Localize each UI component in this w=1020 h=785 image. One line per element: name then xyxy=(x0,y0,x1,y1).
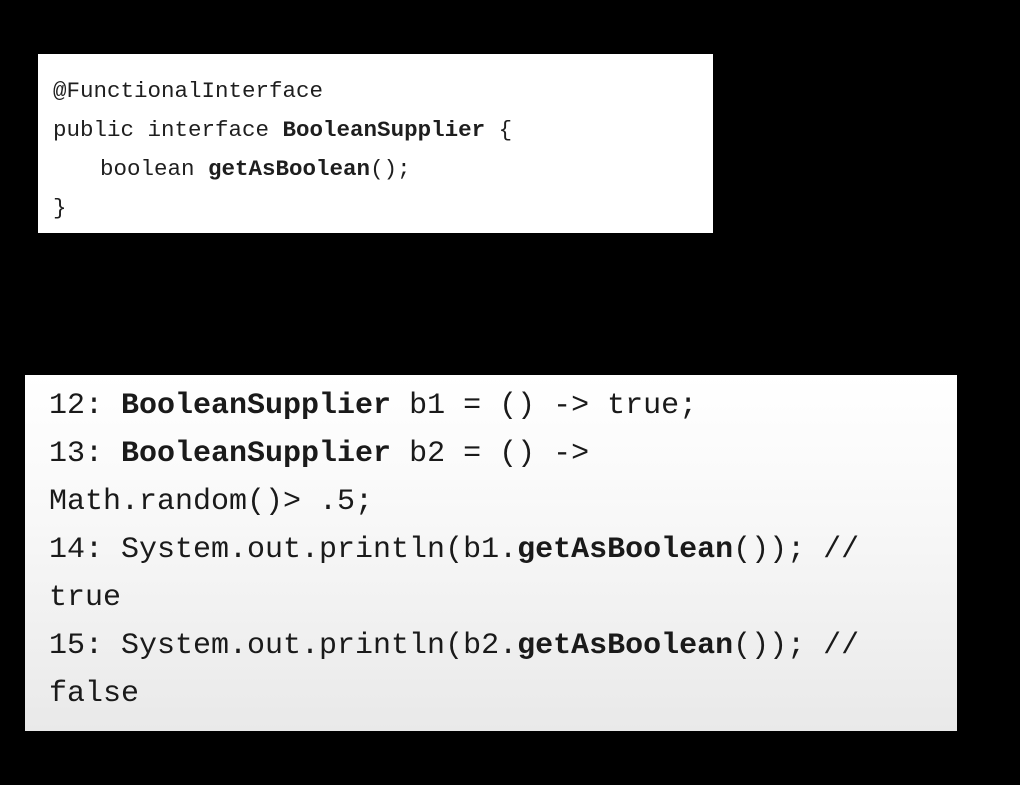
code-line-annotation: @FunctionalInterface xyxy=(53,72,713,111)
output-comment-text: false xyxy=(49,677,140,711)
code-line-15: 15: System.out.println(b2.getAsBoolean()… xyxy=(49,622,957,670)
code-line-closing-brace: } xyxy=(53,189,713,228)
method-name-text: getAsBoolean xyxy=(208,156,371,182)
code-keyword-text: public interface xyxy=(53,117,283,143)
code-text: 15: System.out.println(b2. xyxy=(49,629,518,663)
code-line-14: 14: System.out.println(b1.getAsBoolean()… xyxy=(49,526,957,574)
interface-code-panel: @FunctionalInterface public interface Bo… xyxy=(38,54,713,233)
code-line-12: 12: BooleanSupplier b1 = () -> true; xyxy=(49,382,957,430)
code-comment-text: ()); // xyxy=(733,533,860,567)
method-name-text: getAsBoolean xyxy=(517,533,734,567)
code-line-interface-declaration: public interface BooleanSupplier { xyxy=(53,111,713,150)
method-name-text: getAsBoolean xyxy=(517,629,734,663)
code-text: b1 = () -> true; xyxy=(391,389,698,423)
code-text: 14: System.out.println(b1. xyxy=(49,533,518,567)
type-name-text: BooleanSupplier xyxy=(121,437,392,471)
closing-brace-text: } xyxy=(53,195,67,221)
line-number-text: 12: xyxy=(49,389,122,423)
code-comment-text: ()); // xyxy=(733,629,860,663)
code-line-14-wrap: true xyxy=(49,574,957,622)
code-line-13-wrap: Math.random()> .5; xyxy=(49,478,957,526)
code-line-15-wrap: false xyxy=(49,670,957,718)
usage-code-panel: 12: BooleanSupplier b1 = () -> true; 13:… xyxy=(25,375,957,731)
code-line-method-declaration: boolean getAsBoolean(); xyxy=(53,150,713,189)
line-number-text: 13: xyxy=(49,437,122,471)
interface-name-text: BooleanSupplier xyxy=(282,117,486,143)
method-parens-text: (); xyxy=(370,156,411,182)
code-line-13: 13: BooleanSupplier b2 = () -> xyxy=(49,430,957,478)
return-type-text: boolean xyxy=(100,156,209,182)
annotation-text: @FunctionalInterface xyxy=(53,78,324,104)
type-name-text: BooleanSupplier xyxy=(121,389,392,423)
code-brace-text: { xyxy=(485,117,513,143)
code-text: Math.random()> .5; xyxy=(49,485,374,519)
code-text: b2 = () -> xyxy=(391,437,590,471)
output-comment-text: true xyxy=(49,581,122,615)
